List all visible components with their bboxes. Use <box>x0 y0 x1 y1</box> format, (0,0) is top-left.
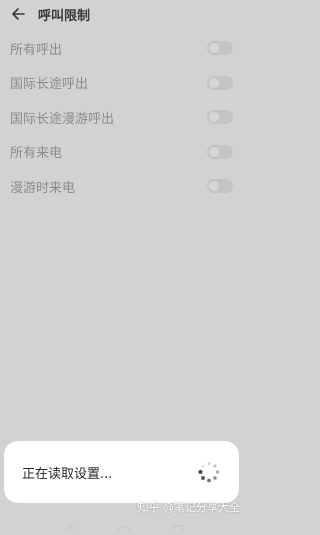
toggle-switch[interactable] <box>207 144 233 159</box>
toggle-knob <box>209 43 219 54</box>
setting-label: 所有呼出 <box>10 42 63 58</box>
nav-buttons-icon <box>65 524 184 535</box>
system-nav-bar <box>0 516 248 535</box>
settings-list: 所有呼出 国际长途呼出 国际长途漫游呼出 所有来电 漫游时来电 <box>0 31 248 204</box>
toggle-switch[interactable] <box>207 179 233 194</box>
loading-spinner-icon <box>198 462 220 483</box>
watermark: 知乎 @笔记分享大全 <box>137 501 241 514</box>
setting-label: 漫游时来电 <box>10 180 76 196</box>
toggle-knob <box>209 77 219 88</box>
toggle-knob <box>209 181 219 192</box>
toggle-knob <box>209 112 219 123</box>
toggle-switch[interactable] <box>207 110 233 125</box>
setting-row-international-outgoing[interactable]: 国际长途呼出 <box>0 66 248 101</box>
setting-row-all-outgoing[interactable]: 所有呼出 <box>0 31 248 66</box>
toggle-switch[interactable] <box>207 41 233 56</box>
toggle-switch[interactable] <box>207 75 233 90</box>
toggle-knob <box>209 146 219 157</box>
app-header: 呼叫限制 <box>0 0 248 28</box>
setting-row-roaming-incoming[interactable]: 漫游时来电 <box>0 169 248 204</box>
setting-row-all-incoming[interactable]: 所有来电 <box>0 135 248 170</box>
page-title: 呼叫限制 <box>38 8 91 24</box>
back-arrow-icon[interactable] <box>4 0 32 28</box>
loading-dialog: 正在读取设置... <box>4 441 239 503</box>
loading-message: 正在读取设置... <box>22 466 113 482</box>
setting-label: 国际长途呼出 <box>10 77 89 93</box>
setting-label: 所有来电 <box>10 146 63 162</box>
setting-label: 国际长途漫游呼出 <box>10 111 115 127</box>
setting-row-international-roaming-outgoing[interactable]: 国际长途漫游呼出 <box>0 100 248 135</box>
